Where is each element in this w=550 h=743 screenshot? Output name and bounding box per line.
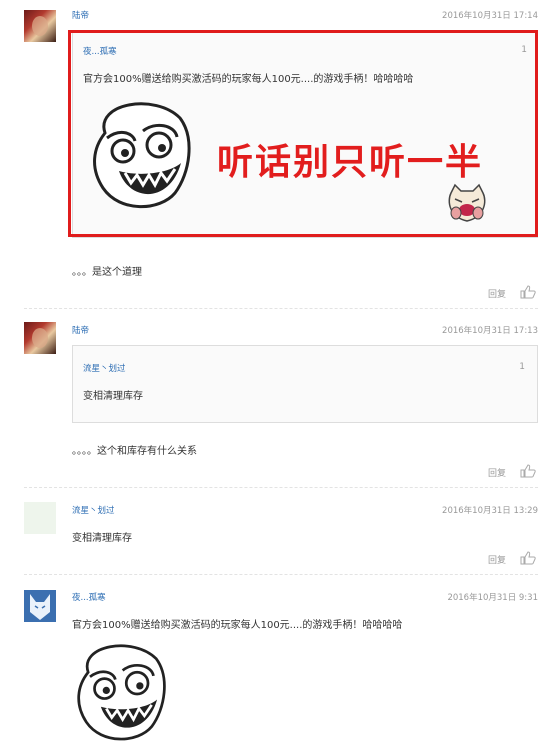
rage-face-icon xyxy=(77,644,166,741)
comment-text: 官方会100%赠送给购买激活码的玩家每人100元....的游戏手柄！哈哈哈哈 xyxy=(72,620,403,631)
comment-time: 2016年10月31日 17:14 xyxy=(442,11,538,21)
comment-username[interactable]: 夜...孤寒 xyxy=(72,591,106,603)
comment-time: 2016年10月31日 13:29 xyxy=(442,506,538,516)
reply-button[interactable]: 回复 xyxy=(488,553,506,566)
comment-divider xyxy=(24,574,538,575)
quote-username[interactable]: 流星丶划过 xyxy=(83,362,126,374)
thumbs-up-icon[interactable] xyxy=(520,285,536,299)
wolf-avatar-icon xyxy=(30,594,50,620)
comment-text: 。。。。这个和库存有什么关系 xyxy=(72,446,197,457)
comment-text: 。。。是这个道理 xyxy=(72,267,142,278)
comment-time: 2016年10月31日 17:13 xyxy=(442,326,538,336)
thumbs-up-icon[interactable] xyxy=(520,551,536,565)
quote-box: 流星丶划过 1 变相清理库存 xyxy=(72,345,538,423)
thumbs-up-icon[interactable] xyxy=(520,464,536,478)
comment-username[interactable]: 陆帝 xyxy=(72,9,89,21)
quote-text: 变相清理库存 xyxy=(83,391,143,402)
comment-time: 2016年10月31日 9:31 xyxy=(447,593,538,603)
comment-username[interactable]: 流星丶划过 xyxy=(72,504,115,516)
comment-username[interactable]: 陆帝 xyxy=(72,324,89,336)
reply-button[interactable]: 回复 xyxy=(488,287,506,300)
avatar[interactable] xyxy=(24,502,56,534)
reply-button[interactable]: 回复 xyxy=(488,466,506,479)
avatar[interactable] xyxy=(24,590,56,622)
avatar[interactable] xyxy=(24,322,56,354)
avatar[interactable] xyxy=(24,10,56,42)
comment-text: 变相清理库存 xyxy=(72,533,132,544)
comment-divider xyxy=(24,487,538,488)
quote-floor-number: 1 xyxy=(519,362,525,372)
highlight-frame xyxy=(68,30,538,237)
comment-divider xyxy=(24,308,538,309)
